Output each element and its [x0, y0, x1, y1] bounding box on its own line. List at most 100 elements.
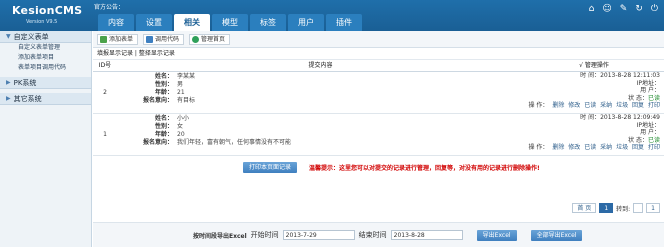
- refresh-icon: [192, 35, 200, 43]
- first-page-button[interactable]: 首 页: [572, 203, 597, 213]
- adopt-link[interactable]: 采纳: [600, 102, 612, 109]
- sidebar-head-label: PK系统: [13, 79, 37, 87]
- print-link[interactable]: 打印: [648, 102, 660, 109]
- row-id: 2: [103, 89, 107, 96]
- print-page-button[interactable]: 打印本页面记录: [243, 161, 298, 173]
- row-meta: 时 间：2013-8-28 12:11:03 IP地址： 用 户： 状 态：已读…: [524, 72, 664, 113]
- field-label: 报名意向：: [142, 139, 173, 146]
- export-all-excel-button[interactable]: 全部导出Excel: [530, 229, 583, 241]
- spam-link[interactable]: 垃圾: [616, 102, 628, 109]
- tab-users[interactable]: 用户: [288, 14, 324, 31]
- field-label: 姓名：: [154, 73, 173, 80]
- logo-version: Version V9.5: [26, 19, 58, 25]
- read-link[interactable]: 已读: [584, 102, 596, 109]
- edit-link[interactable]: 修改: [568, 102, 580, 109]
- expand-icon: ▶: [6, 79, 11, 86]
- field-label: 姓名：: [154, 115, 173, 122]
- tab-content[interactable]: 内容: [98, 14, 134, 31]
- meta-time: 2013-8-28 12:09:49: [600, 114, 660, 121]
- row-ops: 操 作： 删除 修改 已读 采纳 垃圾 回复 打印: [524, 102, 660, 110]
- row-fields: 姓名： 小小 性别： 女 年龄： 20 报名意向： 我们年轻，富有朝气，任何事情没有不可…: [117, 114, 524, 155]
- field-age: 21: [177, 89, 185, 96]
- sidebar-item-add-form-item[interactable]: 添加表单项目: [0, 53, 91, 63]
- main-tabs: 内容 设置 相关 模型 标签 用户 插件: [98, 14, 362, 31]
- collapse-icon: ▼: [6, 33, 11, 40]
- field-name: 小小: [177, 115, 190, 122]
- top-header: KesionCMS Version V9.5 官方公告： 内容 设置 相关 模型…: [0, 0, 664, 31]
- tab-related[interactable]: 相关: [174, 14, 210, 31]
- meta-label: 时 间：: [580, 72, 601, 79]
- field-gender: 男: [177, 81, 184, 88]
- jump-label: 转到:: [616, 205, 631, 213]
- meta-label: 状 态：: [628, 94, 648, 102]
- meta-label: IP地址：: [636, 79, 660, 87]
- power-icon[interactable]: ⏻: [651, 4, 658, 14]
- expand-icon: ▶: [6, 95, 11, 102]
- row-ops: 操 作： 删除 修改 已读 采纳 垃圾 回复 打印: [524, 144, 660, 152]
- adopt-link[interactable]: 采纳: [600, 144, 612, 151]
- meta-label: IP地址：: [636, 121, 660, 129]
- tab-tags[interactable]: 标签: [250, 14, 286, 31]
- user-icon[interactable]: ☺: [602, 4, 611, 14]
- tab-plugins[interactable]: 插件: [326, 14, 362, 31]
- call-code-label: 调用代码: [155, 35, 180, 43]
- sidebar: ▼ 自定义表单 自定义表单管理 添加表单项目 表单项目调用代码 ▶ PK系统 ▶…: [0, 31, 92, 247]
- manage-home-label: 管理首页: [201, 35, 226, 43]
- meta-label: 时 间：: [580, 114, 601, 121]
- notice-label: 官方公告：: [94, 4, 125, 11]
- last-page-button[interactable]: 1: [646, 203, 660, 213]
- field-reason: 我们年轻，富有朝气，任何事情没有不可能: [177, 139, 292, 146]
- current-page[interactable]: 1: [599, 203, 614, 213]
- field-label: 性别：: [154, 81, 173, 88]
- field-name: 李某某: [177, 73, 196, 80]
- add-form-button[interactable]: 添加表单: [97, 33, 139, 45]
- sidebar-head-pk[interactable]: ▶ PK系统: [0, 77, 91, 89]
- logo: KesionCMS Version V9.5: [4, 2, 90, 29]
- toolbar: 添加表单 调用代码 管理首页: [93, 31, 664, 48]
- sidebar-item-form-manage[interactable]: 自定义表单管理: [0, 43, 91, 53]
- end-date-input[interactable]: 2013-8-28: [390, 230, 463, 240]
- header-id: ID号: [98, 62, 112, 69]
- add-icon: [100, 35, 107, 43]
- read-link[interactable]: 已读: [584, 144, 596, 151]
- reply-link[interactable]: 回复: [632, 102, 644, 109]
- spam-link[interactable]: 垃圾: [616, 144, 628, 151]
- sidebar-group-other: ▶ 其它系统: [0, 93, 91, 105]
- sidebar-group-pk: ▶ PK系统: [0, 77, 91, 89]
- field-gender: 女: [177, 123, 184, 130]
- delete-link[interactable]: 删除: [552, 102, 564, 109]
- export-excel-button[interactable]: 导出Excel: [476, 229, 517, 241]
- manage-home-button[interactable]: 管理首页: [189, 33, 231, 45]
- actions-bar: 打印本页面记录 温馨提示：这里您可以对提交的记录进行管理，回复等，对没有用的记录…: [93, 159, 664, 175]
- refresh-icon[interactable]: ↻: [635, 4, 643, 14]
- page-input[interactable]: [633, 203, 644, 213]
- sidebar-head-other[interactable]: ▶ 其它系统: [0, 93, 91, 105]
- breadcrumb[interactable]: 填报显示记录 | 整择显示记录: [93, 48, 664, 60]
- print-link[interactable]: 打印: [648, 144, 660, 151]
- logo-name: KesionCMS: [12, 4, 83, 17]
- pagination: 首 页 1 转到: 1: [572, 203, 660, 213]
- code-icon: [146, 35, 154, 43]
- tab-model[interactable]: 模型: [212, 14, 248, 31]
- edit-link[interactable]: 修改: [568, 144, 580, 151]
- home-icon[interactable]: ⌂: [589, 4, 595, 14]
- meta-label: 用 户：: [640, 87, 660, 94]
- call-code-button[interactable]: 调用代码: [143, 33, 185, 45]
- sidebar-item-form-code[interactable]: 表单项目调用代码: [0, 63, 91, 73]
- field-reason: 有目标: [177, 97, 196, 104]
- table-row: 2 姓名： 李某某 性别： 男 年龄： 21 报名意向： 有目标 时 间：2013-8-…: [93, 72, 664, 114]
- start-date-input[interactable]: 2013-7-29: [282, 230, 355, 240]
- tab-settings[interactable]: 设置: [136, 14, 172, 31]
- export-bar: 按时间段导出Excel 开始时间 2013-7-29 结束时间 2013-8-2…: [93, 222, 664, 247]
- sidebar-group-forms: ▼ 自定义表单 自定义表单管理 添加表单项目 表单项目调用代码: [0, 31, 91, 73]
- delete-link[interactable]: 删除: [552, 144, 564, 151]
- sidebar-head-forms[interactable]: ▼ 自定义表单: [0, 31, 91, 43]
- meta-label: 操 作：: [528, 144, 549, 151]
- field-label: 性别：: [154, 123, 173, 130]
- reply-link[interactable]: 回复: [632, 144, 644, 151]
- end-label: 结束时间: [358, 231, 387, 239]
- start-label: 开始时间: [250, 231, 279, 239]
- tools-icon[interactable]: ✎: [620, 4, 628, 14]
- row-meta: 时 间：2013-8-28 12:09:49 IP地址： 用 户： 状 态：已读…: [524, 114, 664, 155]
- header-ops[interactable]: √ 管理操作: [524, 60, 664, 71]
